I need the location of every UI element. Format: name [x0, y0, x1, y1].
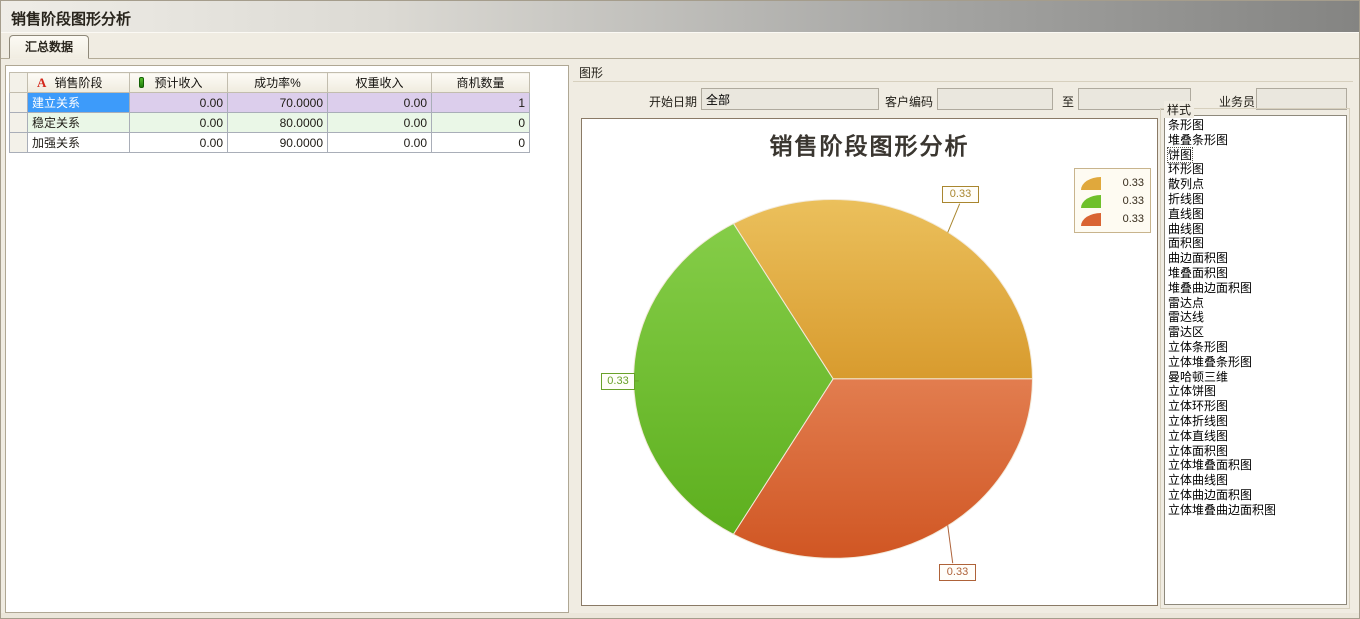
tab-strip: 汇总数据: [1, 34, 1360, 59]
summary-panel: A 销售阶段 预计收入 成功率% 权重收入 商机数量: [5, 65, 569, 613]
sort-a-icon: A: [37, 75, 46, 91]
row-selector[interactable]: [10, 133, 28, 153]
style-option[interactable]: 条形图: [1168, 118, 1346, 133]
style-option[interactable]: 折线图: [1168, 192, 1346, 207]
window-title: 销售阶段图形分析: [11, 8, 131, 29]
row-selector[interactable]: [10, 93, 28, 113]
legend-swatch: [1081, 177, 1101, 190]
value-cell[interactable]: 1: [432, 93, 530, 113]
style-option[interactable]: 雷达区: [1168, 325, 1346, 340]
stage-cell[interactable]: 加强关系: [28, 133, 130, 153]
column-label: 销售阶段: [54, 76, 102, 90]
column-header-stage[interactable]: A 销售阶段: [28, 73, 130, 93]
table-row: 加强关系0.0090.00000.000: [10, 133, 530, 153]
value-cell[interactable]: 90.0000: [228, 133, 328, 153]
value-cell[interactable]: 0.00: [328, 133, 432, 153]
value-cell[interactable]: 70.0000: [228, 93, 328, 113]
customer-code-input[interactable]: [937, 88, 1053, 110]
salesman-input[interactable]: [1256, 88, 1347, 110]
green-indicator-icon: [139, 77, 144, 88]
column-label: 商机数量: [456, 76, 504, 90]
value-cell[interactable]: 0.00: [328, 93, 432, 113]
chart-legend: 0.33 0.33 0.33: [1074, 168, 1151, 233]
value-cell[interactable]: 0.00: [328, 113, 432, 133]
to-label: 至: [1062, 93, 1074, 110]
style-option[interactable]: 散列点: [1168, 177, 1346, 192]
table-header-row: A 销售阶段 预计收入 成功率% 权重收入 商机数量: [10, 73, 530, 93]
table-row: 建立关系0.0070.00000.001: [10, 93, 530, 113]
pie-chart: [582, 119, 1157, 605]
legend-entry: 0.33: [1081, 192, 1144, 210]
style-option[interactable]: 立体折线图: [1168, 414, 1346, 429]
style-option[interactable]: 立体条形图: [1168, 340, 1346, 355]
style-option[interactable]: 堆叠面积图: [1168, 266, 1346, 281]
style-option[interactable]: 立体面积图: [1168, 444, 1346, 459]
legend-swatch: [1081, 195, 1101, 208]
chart-title: 销售阶段图形分析: [582, 127, 1157, 161]
value-cell[interactable]: 0.00: [130, 113, 228, 133]
style-option[interactable]: 曲线图: [1168, 222, 1346, 237]
legend-value: 0.33: [1123, 195, 1144, 207]
row-selector-header: [10, 73, 28, 93]
style-option[interactable]: 堆叠条形图: [1168, 133, 1346, 148]
column-label: 权重收入: [355, 76, 403, 90]
column-header-success-rate[interactable]: 成功率%: [228, 73, 328, 93]
style-group-label: 样式: [1164, 101, 1194, 118]
style-option[interactable]: 立体直线图: [1168, 429, 1346, 444]
legend-entry: 0.33: [1081, 174, 1144, 192]
style-option[interactable]: 雷达点: [1168, 296, 1346, 311]
style-option[interactable]: 立体堆叠面积图: [1168, 458, 1346, 473]
stage-cell[interactable]: 建立关系: [28, 93, 130, 113]
style-option[interactable]: 立体堆叠条形图: [1168, 355, 1346, 370]
start-date-input[interactable]: [701, 88, 879, 110]
style-option[interactable]: 立体曲边面积图: [1168, 488, 1346, 503]
style-option[interactable]: 立体环形图: [1168, 399, 1346, 414]
legend-value: 0.33: [1123, 177, 1144, 189]
status-strip: [1, 613, 1360, 619]
style-option[interactable]: 立体堆叠曲边面积图: [1168, 503, 1346, 518]
slice-value-label: 0.33: [939, 564, 976, 581]
style-list[interactable]: 条形图堆叠条形图饼图环形图散列点折线图直线图曲线图面积图曲边面积图堆叠面积图堆叠…: [1164, 115, 1347, 605]
chart-area: 销售阶段图形分析 0.33 0.33 0.33 0.33 0.33 0.33: [581, 118, 1158, 606]
tab-summary-data[interactable]: 汇总数据: [9, 35, 89, 59]
style-option[interactable]: 直线图: [1168, 207, 1346, 222]
style-option[interactable]: 曼哈顿三维: [1168, 370, 1346, 385]
value-cell[interactable]: 0: [432, 113, 530, 133]
slice-value-label: 0.33: [601, 373, 635, 390]
label-connector: [948, 204, 960, 233]
group-divider: [573, 81, 1353, 82]
stage-cell[interactable]: 稳定关系: [28, 113, 130, 133]
graph-group-label: 图形: [579, 64, 603, 81]
start-date-label: 开始日期: [649, 93, 697, 110]
style-option[interactable]: 立体曲线图: [1168, 473, 1346, 488]
value-cell[interactable]: 0: [432, 133, 530, 153]
value-cell[interactable]: 0.00: [130, 93, 228, 113]
title-bar: 销售阶段图形分析: [1, 1, 1360, 33]
style-option[interactable]: 立体饼图: [1168, 384, 1346, 399]
app-window: 销售阶段图形分析 汇总数据 A 销售阶段 预计收入 成: [0, 0, 1360, 619]
legend-entry: 0.33: [1081, 210, 1144, 228]
column-header-weighted-income[interactable]: 权重收入: [328, 73, 432, 93]
value-cell[interactable]: 80.0000: [228, 113, 328, 133]
customer-code-label: 客户编码: [885, 93, 933, 110]
style-option[interactable]: 堆叠曲边面积图: [1168, 281, 1346, 296]
style-option[interactable]: 雷达线: [1168, 310, 1346, 325]
table-row: 稳定关系0.0080.00000.000: [10, 113, 530, 133]
slice-value-label: 0.33: [942, 186, 979, 203]
column-label: 预计收入: [154, 76, 202, 90]
legend-swatch: [1081, 213, 1101, 226]
row-selector[interactable]: [10, 113, 28, 133]
sales-stage-table: A 销售阶段 预计收入 成功率% 权重收入 商机数量: [9, 72, 530, 153]
column-label: 成功率%: [254, 76, 301, 90]
column-header-expected-income[interactable]: 预计收入: [130, 73, 228, 93]
style-option[interactable]: 面积图: [1168, 236, 1346, 251]
column-header-opportunity-count[interactable]: 商机数量: [432, 73, 530, 93]
label-connector: [948, 525, 953, 563]
style-option[interactable]: 饼图: [1168, 148, 1346, 163]
style-option[interactable]: 曲边面积图: [1168, 251, 1346, 266]
value-cell[interactable]: 0.00: [130, 133, 228, 153]
legend-value: 0.33: [1123, 213, 1144, 225]
style-option[interactable]: 环形图: [1168, 162, 1346, 177]
